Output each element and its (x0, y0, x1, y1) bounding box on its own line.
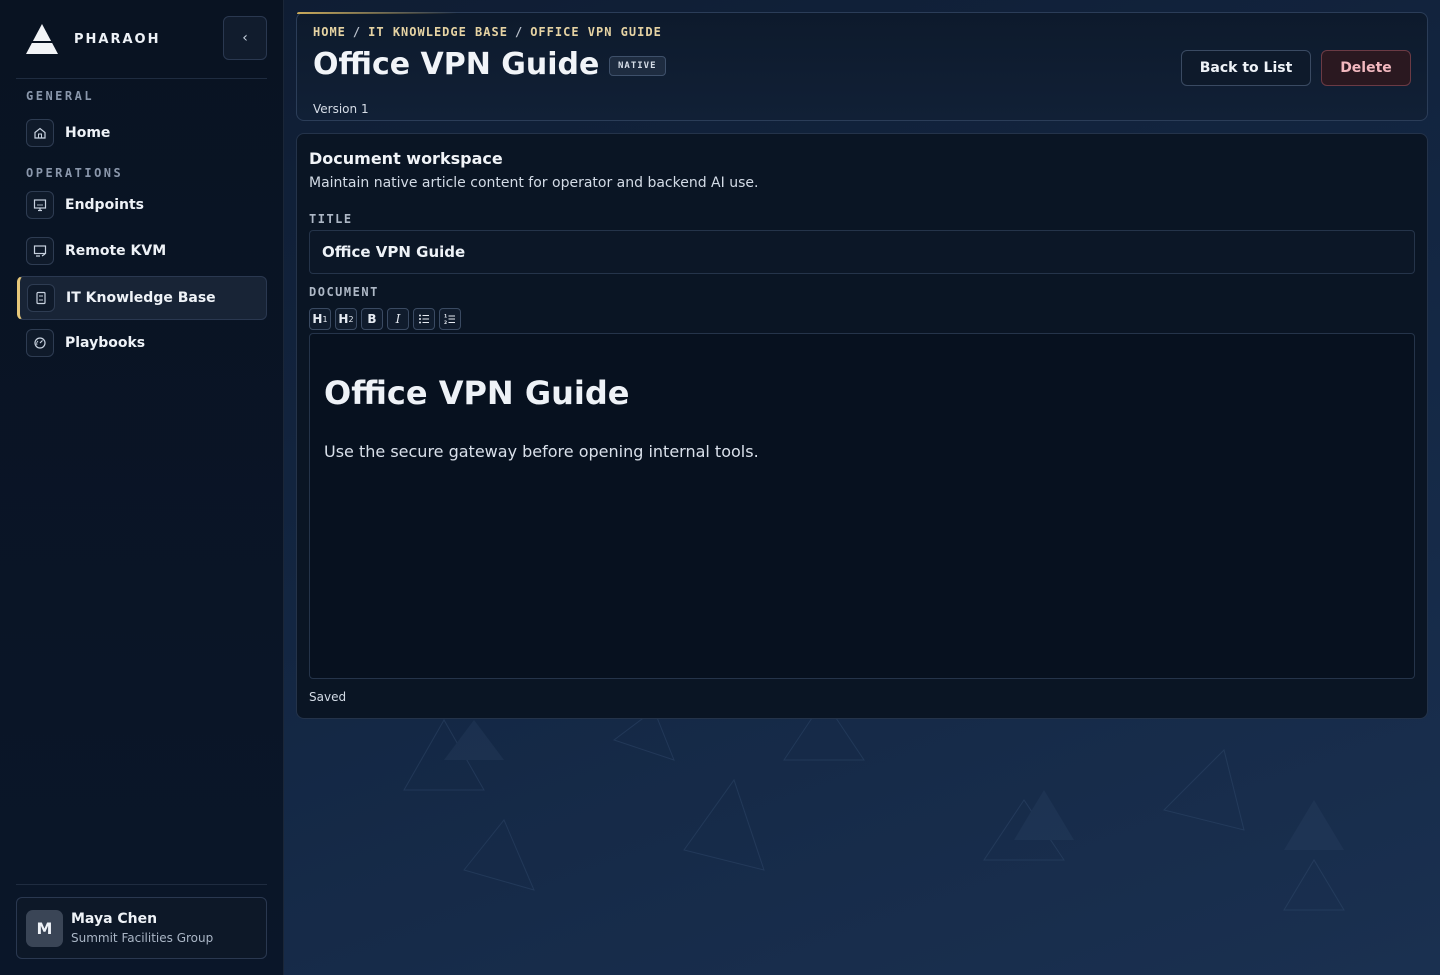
title-field-label: TITLE (309, 212, 353, 226)
version-label: Version 1 (313, 102, 369, 116)
sidebar-item-label: Playbooks (65, 335, 146, 351)
pyramid-logo-icon (26, 24, 58, 54)
workspace-description: Maintain native article content for oper… (309, 175, 759, 191)
brand[interactable]: PHARAOH (24, 22, 160, 56)
bold-button[interactable]: B (361, 308, 383, 330)
sidebar-item-label: IT Knowledge Base (66, 290, 216, 306)
sidebar-divider (16, 884, 267, 885)
document-field-label: DOCUMENT (309, 285, 379, 299)
workspace-title: Document workspace (309, 149, 503, 168)
heading-2-button[interactable]: H2 (335, 308, 357, 330)
page-header: HOME / IT KNOWLEDGE BASE / OFFICE VPN GU… (296, 12, 1428, 121)
user-organization: Summit Facilities Group (71, 931, 214, 945)
gauge-icon (26, 329, 54, 357)
sidebar: PHARAOH ‹ GENERAL Home OPERATIONS Endpoi… (0, 0, 284, 975)
document-editor[interactable]: Office VPN Guide Use the secure gateway … (309, 333, 1415, 679)
editor-toolbar: H1 H2 B I 12 (309, 308, 461, 330)
avatar: M (26, 909, 63, 947)
main-content: HOME / IT KNOWLEDGE BASE / OFFICE VPN GU… (284, 0, 1440, 975)
breadcrumb-separator: / (352, 25, 362, 39)
bullet-list-button[interactable] (413, 308, 435, 330)
heading-1-button[interactable]: H1 (309, 308, 331, 330)
document-paragraph: Use the secure gateway before opening in… (324, 442, 759, 461)
numbered-list-button[interactable]: 12 (439, 308, 461, 330)
status-badge: NATIVE (609, 56, 666, 76)
user-name: Maya Chen (71, 911, 158, 927)
sidebar-item-label: Remote KVM (65, 243, 167, 259)
monitor-icon (26, 191, 54, 219)
sidebar-item-label: Endpoints (65, 197, 144, 213)
title-input[interactable] (309, 230, 1415, 274)
section-label-operations: OPERATIONS (26, 166, 124, 180)
background-pattern (403, 700, 1345, 911)
delete-button[interactable]: Delete (1321, 50, 1411, 86)
breadcrumb-current: OFFICE VPN GUIDE (530, 25, 662, 39)
sidebar-item-playbooks[interactable]: Playbooks (17, 321, 267, 365)
breadcrumb-home[interactable]: HOME (313, 25, 346, 39)
save-status: Saved (309, 690, 347, 704)
document-heading: Office VPN Guide (324, 374, 630, 412)
breadcrumb-separator: / (514, 25, 524, 39)
breadcrumb-knowledge-base[interactable]: IT KNOWLEDGE BASE (368, 25, 508, 39)
remote-screen-icon (26, 237, 54, 265)
collapse-sidebar-button[interactable]: ‹ (223, 16, 267, 60)
sidebar-item-remote-kvm[interactable]: Remote KVM (17, 229, 267, 273)
sidebar-item-it-knowledge-base[interactable]: IT Knowledge Base (17, 276, 267, 320)
sidebar-divider (16, 78, 267, 79)
brand-name: PHARAOH (74, 31, 161, 47)
home-icon (26, 119, 54, 147)
user-profile-card[interactable]: M Maya Chen Summit Facilities Group (16, 897, 267, 959)
numbered-list-icon: 12 (444, 314, 455, 325)
book-icon (27, 284, 55, 312)
breadcrumb: HOME / IT KNOWLEDGE BASE / OFFICE VPN GU… (313, 25, 662, 39)
page-title: Office VPN Guide (313, 47, 600, 82)
bullet-list-icon (419, 314, 429, 324)
section-label-general: GENERAL (26, 89, 95, 103)
document-workspace: Document workspace Maintain native artic… (296, 133, 1428, 719)
back-to-list-button[interactable]: Back to List (1181, 50, 1311, 86)
svg-text:2: 2 (444, 320, 447, 325)
sidebar-item-endpoints[interactable]: Endpoints (17, 183, 267, 227)
italic-button[interactable]: I (387, 308, 409, 330)
chevron-left-icon: ‹ (242, 30, 248, 46)
svg-text:1: 1 (444, 314, 447, 320)
sidebar-item-label: Home (65, 125, 111, 141)
sidebar-item-home[interactable]: Home (17, 111, 267, 155)
